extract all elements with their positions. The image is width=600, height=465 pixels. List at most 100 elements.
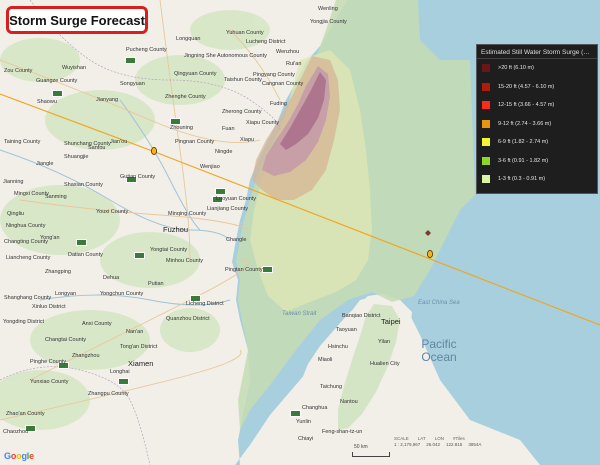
- place-label: Yongchun County: [100, 291, 144, 297]
- place-label: Yongding District: [3, 319, 45, 325]
- legend-label: 3-6 ft (0.91 - 1.82 m): [498, 157, 549, 164]
- scale-header: LON: [434, 436, 444, 441]
- place-label: Xiapu County: [246, 120, 280, 126]
- highway-shield: [52, 90, 63, 97]
- place-label: Ninghua County: [6, 223, 46, 229]
- place-label: Putian: [148, 281, 164, 287]
- place-label: Fuan: [222, 126, 235, 132]
- place-label: Wenjiao: [200, 164, 220, 170]
- surge-legend: Estimated Still Water Storm Surge (TA...…: [476, 44, 598, 194]
- place-label: Miaoli: [318, 357, 333, 363]
- place-label: Zhangpu County: [88, 391, 129, 397]
- place-label: Jianning: [3, 179, 24, 185]
- scale-header: LAT: [417, 436, 426, 441]
- place-label: Feng-shan-tz-un: [322, 429, 363, 435]
- city-label-taipei: Taipei: [381, 317, 401, 326]
- place-label: Pinghe County: [30, 359, 67, 365]
- place-label: Minhou County: [166, 258, 203, 264]
- place-label: Guangze County: [36, 78, 78, 84]
- place-label: Shaxian County: [64, 182, 103, 188]
- legend-item: 6-9 ft (1.82 - 2.74 m): [477, 133, 597, 152]
- place-label: Changtai County: [45, 337, 86, 343]
- scale-header: #Tiles: [452, 436, 465, 441]
- place-label: Changle: [226, 237, 247, 243]
- legend-label: 9-12 ft (2.74 - 3.66 m): [498, 120, 552, 127]
- highway-shield: [290, 410, 301, 417]
- place-label: Songyuan: [120, 81, 145, 87]
- legend-swatch: [482, 101, 490, 110]
- place-label: Taishun County: [224, 77, 262, 83]
- place-label: Pingtan County: [225, 267, 263, 273]
- highway-shield: [118, 378, 129, 385]
- place-label: Taichung: [320, 384, 343, 390]
- place-label: Licheng District: [186, 301, 224, 307]
- city-label-xiamen: Xiamen: [128, 359, 154, 368]
- place-label: Yunxiao County: [30, 379, 69, 385]
- scale-header: SCALE: [394, 436, 409, 441]
- place-label: Wenzhou: [276, 49, 300, 55]
- place-label: Changhua: [302, 405, 328, 411]
- ocean-label-pacific: Pacific Ocean: [421, 337, 457, 364]
- place-label: Minqing County: [168, 211, 207, 217]
- legend-swatch: [482, 138, 490, 147]
- scale-value: 26.042: [426, 442, 441, 447]
- legend-title: Estimated Still Water Storm Surge (TA...: [477, 45, 597, 59]
- map-view[interactable]: Wenling Yongjia County Yuhuan County Lon…: [0, 0, 600, 465]
- highway-shield: [262, 266, 273, 273]
- place-label: Shaowu: [37, 99, 57, 105]
- place-label: Changting County: [4, 239, 49, 245]
- place-label: Ningde: [215, 149, 233, 155]
- sea-label-east-china-sea: East China Sea: [418, 300, 460, 306]
- highway-shield: [125, 57, 136, 64]
- place-label: Shunchang County: [64, 141, 111, 147]
- legend-label: 12-15 ft (3.66 - 4.57 m): [498, 102, 555, 109]
- place-label: Liancheng County: [6, 255, 51, 261]
- place-label: Taining County: [4, 139, 41, 145]
- place-label: Yongtai County: [150, 247, 188, 253]
- highway-shield: [215, 188, 226, 195]
- legend-swatch: [482, 64, 490, 73]
- place-label: Lucheng District: [246, 39, 286, 45]
- place-label: Hualien City: [370, 361, 400, 367]
- place-label: Yunlin: [296, 419, 311, 425]
- storm-marker-dot[interactable]: [425, 230, 431, 236]
- scale-value: 122.815: [446, 442, 463, 447]
- place-label: Datian County: [68, 252, 103, 258]
- place-label: Jingning She Autonomous County: [184, 53, 267, 59]
- place-label: Pucheng County: [126, 47, 167, 53]
- legend-label: >20 ft (6.10 m): [498, 65, 534, 72]
- place-label: Dehua: [103, 275, 120, 281]
- scale-info: SCALE LAT LON #Tiles 1 : 2,179,967 26.04…: [394, 436, 500, 460]
- place-label: Pingyang County: [253, 72, 295, 78]
- place-label: Hsinchu: [328, 344, 348, 350]
- place-label: Wenling: [318, 6, 338, 12]
- scale-value: 3854A: [468, 442, 482, 447]
- place-label: Fuding: [270, 101, 287, 107]
- place-label: Rui'an: [286, 61, 302, 67]
- google-logo: Google: [4, 451, 34, 461]
- sea-label-taiwan-strait: Taiwan Strait: [282, 311, 317, 317]
- legend-item: 12-15 ft (3.66 - 4.57 m): [477, 96, 597, 115]
- legend-label: 1-3 ft (0.3 - 0.91 m): [498, 176, 546, 183]
- place-label: Luoyuan County: [216, 196, 257, 202]
- place-label: Zhangping: [45, 269, 71, 275]
- scale-distance: 50 km: [354, 444, 368, 450]
- place-label: Wuyishan: [62, 65, 87, 71]
- place-label: Jiangle: [36, 161, 54, 167]
- place-label: Longquan: [176, 36, 201, 42]
- scale-value: 1 : 2,179,967: [394, 442, 421, 447]
- storm-position-icon-1[interactable]: [151, 147, 157, 155]
- place-label: Gutian County: [120, 174, 156, 180]
- place-label: Zhangzhou: [72, 353, 100, 359]
- legend-item: >20 ft (6.10 m): [477, 59, 597, 78]
- legend-label: 15-20 ft (4.57 - 6.10 m): [498, 83, 555, 90]
- place-label: Shuangjie: [64, 154, 89, 160]
- place-label: Chiayi: [298, 436, 314, 442]
- place-label: Yongjia County: [310, 19, 347, 25]
- legend-swatch: [482, 175, 490, 184]
- place-label: Chaozhou: [3, 429, 29, 435]
- place-label: Anxi County: [82, 321, 112, 327]
- storm-position-icon-2[interactable]: [427, 250, 433, 258]
- place-label: Jianyang: [96, 97, 119, 103]
- place-label: Lianjiang County: [207, 206, 248, 212]
